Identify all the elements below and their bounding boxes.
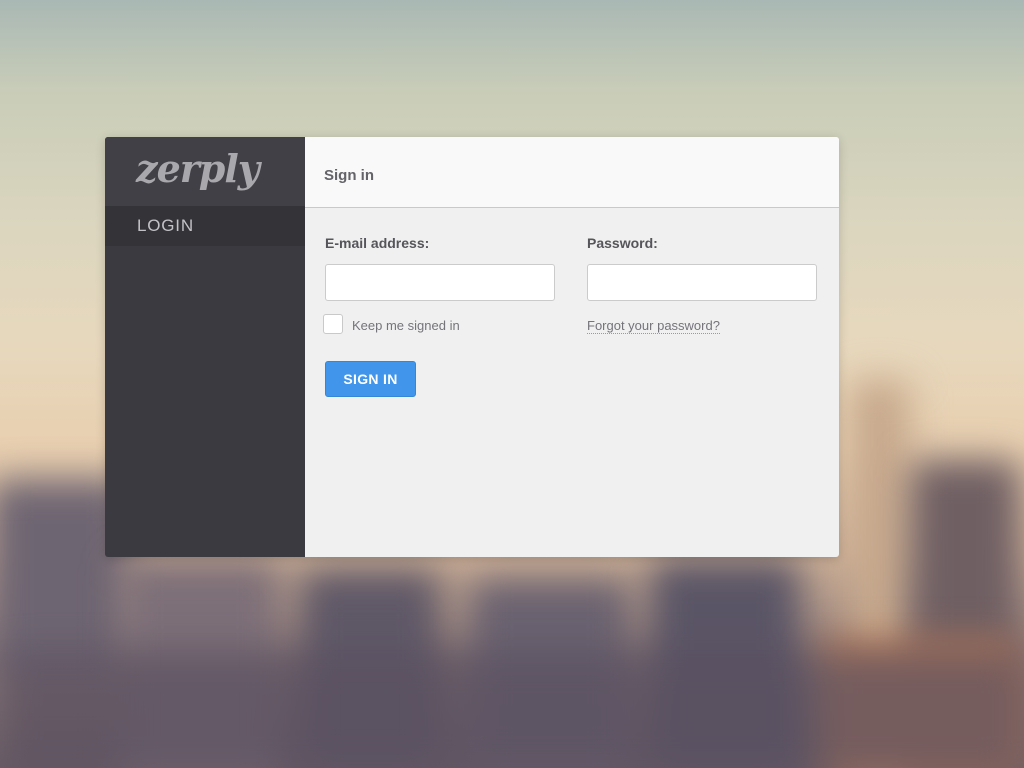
sidebar-item-label: LOGIN — [137, 216, 194, 235]
panel-header: Sign in — [305, 137, 839, 208]
zerply-logo[interactable]: zerply — [136, 146, 260, 191]
keep-signed-in-checkbox[interactable] — [323, 314, 343, 334]
sidebar: zerply LOGIN — [105, 137, 305, 557]
email-field[interactable] — [325, 264, 555, 301]
email-label: E-mail address: — [325, 235, 430, 251]
login-card: zerply LOGIN Sign in E-mail address: Pas… — [105, 137, 839, 557]
keep-signed-in-label[interactable]: Keep me signed in — [352, 318, 460, 333]
password-label: Password: — [587, 235, 658, 251]
password-field[interactable] — [587, 264, 817, 301]
sidebar-item-login[interactable]: LOGIN — [105, 206, 305, 246]
sign-in-panel: Sign in E-mail address: Password: Keep m… — [305, 137, 839, 557]
logo-area: zerply — [105, 137, 305, 206]
forgot-password-link[interactable]: Forgot your password? — [587, 318, 720, 334]
page-title: Sign in — [324, 167, 374, 184]
sign-in-button[interactable]: SIGN IN — [325, 361, 416, 397]
